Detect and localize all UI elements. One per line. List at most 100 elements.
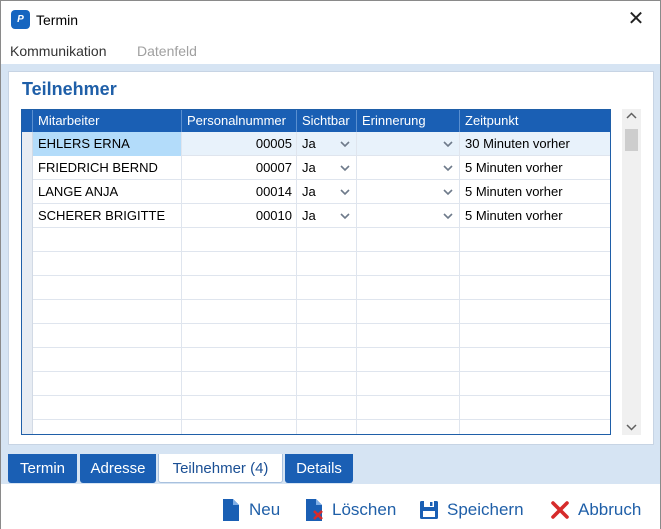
cell-personalnummer[interactable] [182,396,297,420]
cell-erinnerung[interactable] [357,300,460,324]
tab-adresse[interactable]: Adresse [80,454,156,483]
cancel-button[interactable]: Abbruch [550,498,650,522]
cell-sichtbar[interactable] [297,420,357,434]
close-icon[interactable]: ✕ [624,7,648,31]
cell-personalnummer[interactable] [182,228,297,252]
cell-personalnummer[interactable]: 00014 [182,180,297,204]
cell-zeitpunkt[interactable]: 5 Minuten vorher [460,156,610,180]
cell-sichtbar[interactable] [297,252,357,276]
table-row[interactable] [22,252,610,276]
chevron-down-icon[interactable] [340,156,350,180]
cell-zeitpunkt[interactable] [460,420,610,434]
cell-mitarbeiter[interactable] [33,300,182,324]
cell-zeitpunkt[interactable] [460,396,610,420]
column-header-sichtbar[interactable]: Sichtbar [297,110,357,132]
vertical-scrollbar[interactable] [622,109,641,435]
cell-mitarbeiter[interactable] [33,396,182,420]
table-row[interactable] [22,228,610,252]
delete-button[interactable]: Löschen [304,498,402,522]
table-row[interactable] [22,396,610,420]
cell-erinnerung[interactable] [357,420,460,434]
row-marker[interactable] [22,276,33,300]
table-row[interactable]: FRIEDRICH BERND 00007 Ja 5 Minuten vorher [22,156,610,180]
cell-personalnummer[interactable] [182,348,297,372]
chevron-down-icon[interactable] [340,180,350,204]
column-header-personalnummer[interactable]: Personalnummer [182,110,297,132]
row-marker[interactable] [22,396,33,420]
new-button[interactable]: Neu [221,498,285,522]
cell-erinnerung[interactable] [357,156,460,180]
cell-erinnerung[interactable] [357,180,460,204]
cell-erinnerung[interactable] [357,324,460,348]
cell-personalnummer[interactable] [182,276,297,300]
cell-sichtbar[interactable] [297,324,357,348]
menu-kommunikation[interactable]: Kommunikation [10,43,107,59]
cell-mitarbeiter[interactable]: EHLERS ERNA [33,132,182,156]
cell-erinnerung[interactable] [357,348,460,372]
cell-erinnerung[interactable] [357,396,460,420]
cell-personalnummer[interactable] [182,300,297,324]
cell-erinnerung[interactable] [357,228,460,252]
scroll-down-icon[interactable] [626,422,637,432]
cell-sichtbar[interactable]: Ja [297,180,357,204]
cell-zeitpunkt[interactable] [460,276,610,300]
cell-personalnummer[interactable]: 00005 [182,132,297,156]
table-row[interactable]: LANGE ANJA 00014 Ja 5 Minuten vorher [22,180,610,204]
scroll-up-icon[interactable] [626,111,637,121]
table-row[interactable]: EHLERS ERNA 00005 Ja 30 Minuten vorher [22,132,610,156]
cell-personalnummer[interactable]: 00010 [182,204,297,228]
chevron-down-icon[interactable] [443,132,453,156]
cell-zeitpunkt[interactable] [460,252,610,276]
cell-mitarbeiter[interactable] [33,420,182,434]
cell-sichtbar[interactable] [297,348,357,372]
cell-personalnummer[interactable] [182,324,297,348]
tab-details[interactable]: Details [285,454,353,483]
cell-mitarbeiter[interactable] [33,372,182,396]
cell-zeitpunkt[interactable] [460,300,610,324]
save-button[interactable]: Speichern [419,498,531,522]
chevron-down-icon[interactable] [443,180,453,204]
cell-sichtbar[interactable] [297,372,357,396]
cell-zeitpunkt[interactable]: 5 Minuten vorher [460,180,610,204]
column-header-erinnerung[interactable]: Erinnerung [357,110,460,132]
cell-zeitpunkt[interactable] [460,348,610,372]
cell-zeitpunkt[interactable] [460,228,610,252]
cell-mitarbeiter[interactable] [33,252,182,276]
cell-mitarbeiter[interactable] [33,348,182,372]
row-marker[interactable] [22,324,33,348]
cell-zeitpunkt[interactable]: 30 Minuten vorher [460,132,610,156]
table-row[interactable] [22,276,610,300]
cell-sichtbar[interactable]: Ja [297,204,357,228]
participants-grid[interactable]: Mitarbeiter Personalnummer Sichtbar Erin… [21,109,611,435]
table-row[interactable]: SCHERER BRIGITTE 00010 Ja 5 Minuten vorher [22,204,610,228]
cell-zeitpunkt[interactable] [460,324,610,348]
column-header-mitarbeiter[interactable]: Mitarbeiter [33,110,182,132]
row-marker[interactable] [22,300,33,324]
cell-sichtbar[interactable] [297,228,357,252]
scroll-thumb[interactable] [625,129,638,151]
chevron-down-icon[interactable] [443,204,453,228]
cell-zeitpunkt[interactable]: 5 Minuten vorher [460,204,610,228]
row-marker[interactable] [22,204,33,228]
cell-mitarbeiter[interactable]: LANGE ANJA [33,180,182,204]
cell-erinnerung[interactable] [357,252,460,276]
cell-zeitpunkt[interactable] [460,372,610,396]
cell-erinnerung[interactable] [357,132,460,156]
cell-personalnummer[interactable] [182,420,297,434]
row-marker[interactable] [22,132,33,156]
table-row[interactable] [22,300,610,324]
cell-mitarbeiter[interactable] [33,276,182,300]
row-marker[interactable] [22,180,33,204]
cell-erinnerung[interactable] [357,372,460,396]
row-marker[interactable] [22,372,33,396]
row-marker[interactable] [22,348,33,372]
cell-mitarbeiter[interactable]: SCHERER BRIGITTE [33,204,182,228]
cell-sichtbar[interactable] [297,276,357,300]
table-row[interactable] [22,324,610,348]
cell-erinnerung[interactable] [357,204,460,228]
tab-teilnehmer[interactable]: Teilnehmer (4) [158,454,283,483]
tab-termin[interactable]: Termin [8,454,77,483]
cell-sichtbar[interactable] [297,396,357,420]
cell-personalnummer[interactable]: 00007 [182,156,297,180]
chevron-down-icon[interactable] [340,132,350,156]
